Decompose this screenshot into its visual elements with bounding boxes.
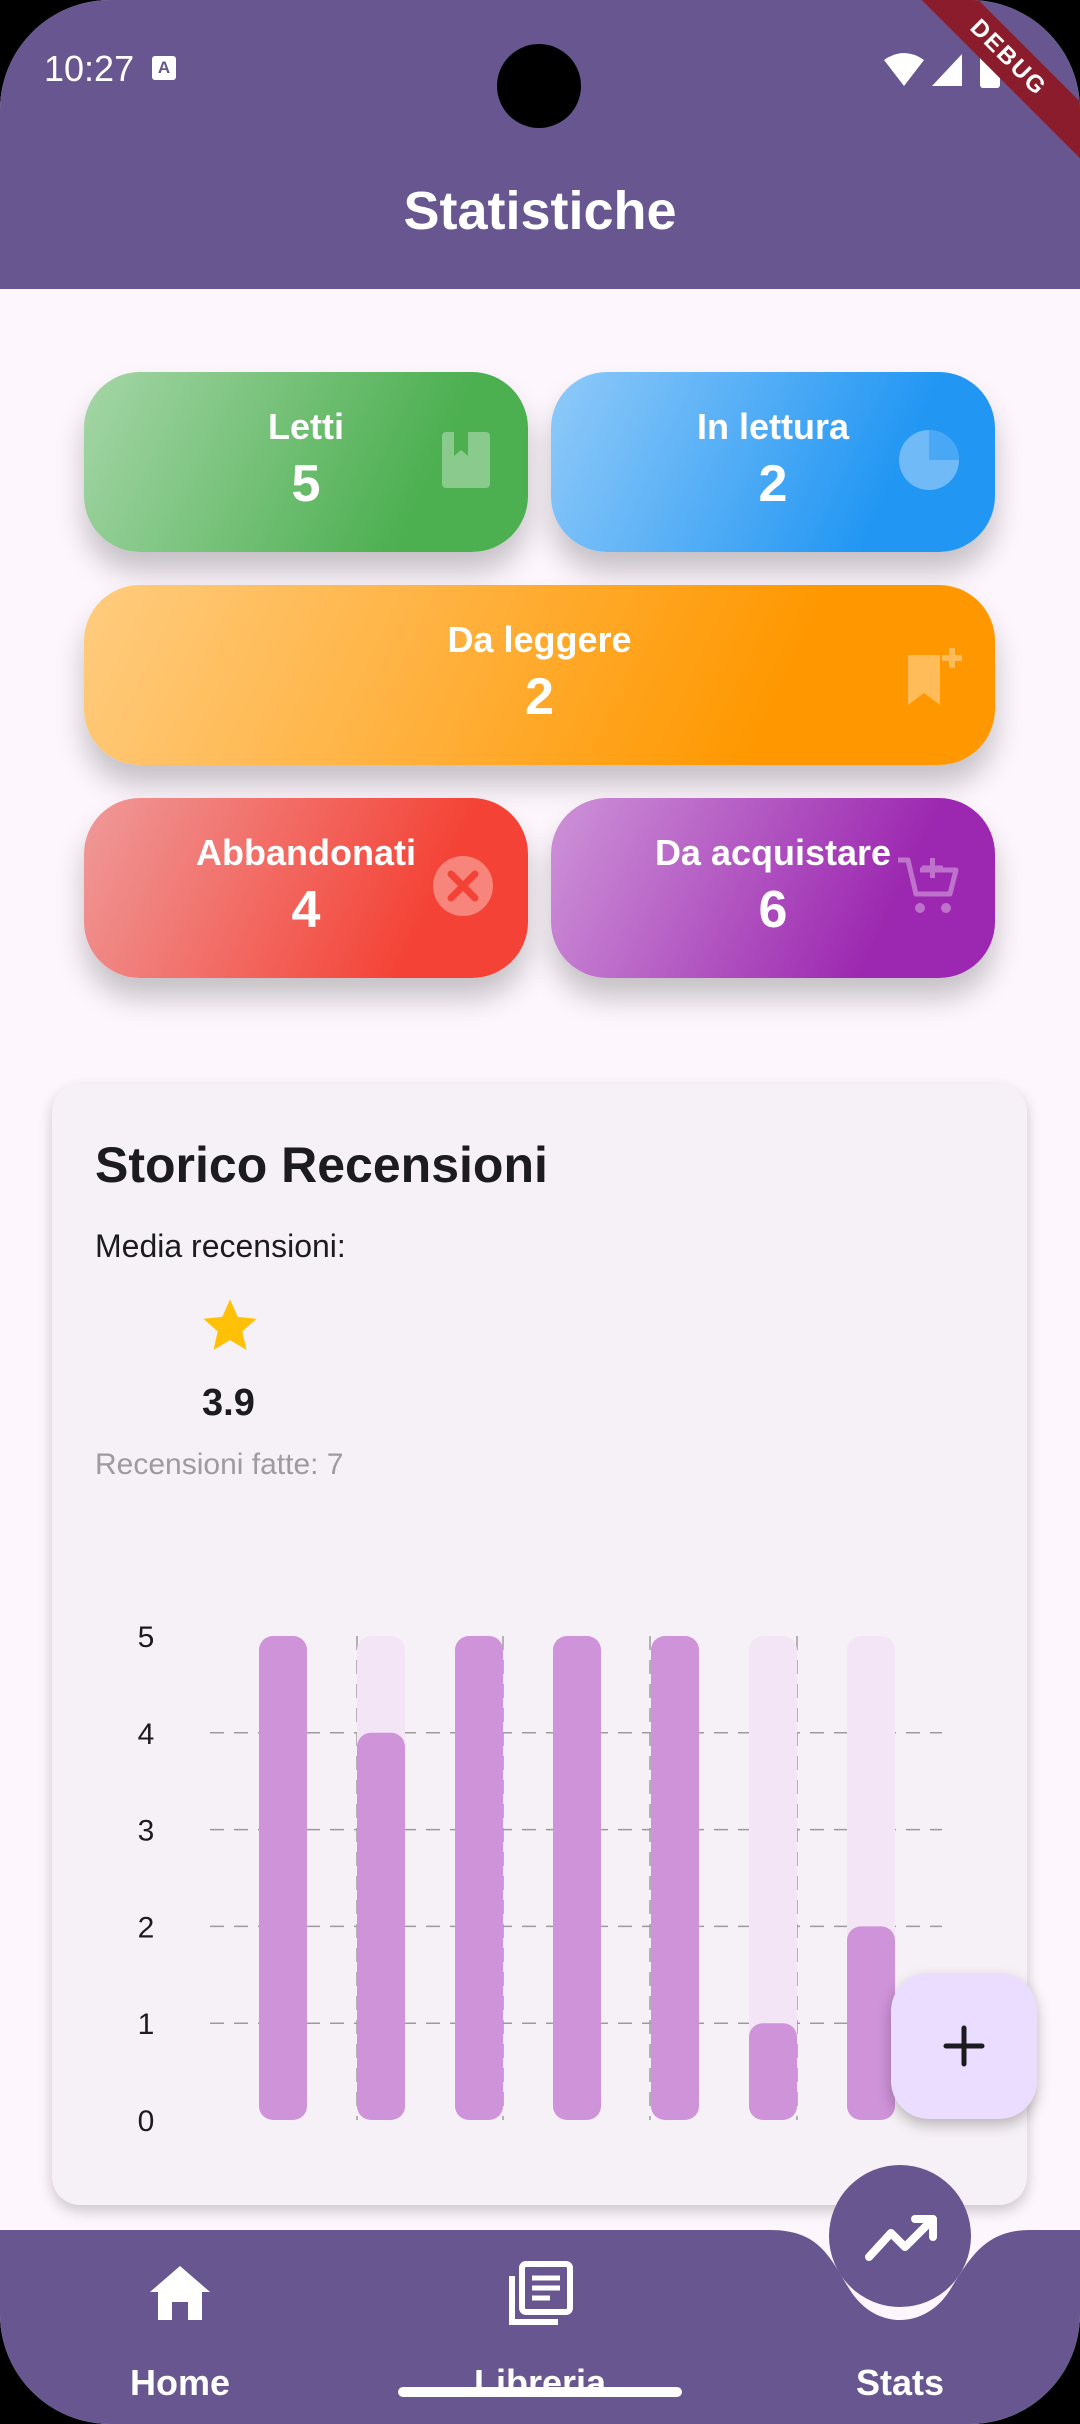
pie-chart-icon: [899, 430, 959, 490]
y-tick-label: 0: [138, 2105, 155, 2138]
average-label: Media recensioni:: [95, 1228, 346, 1264]
bar: [357, 1732, 405, 2120]
bar: [553, 1636, 601, 2120]
card-title: Storico Recensioni: [95, 1137, 548, 1193]
tile-da-acquistare[interactable]: Da acquistare 6: [551, 798, 995, 978]
tile-label: Da leggere: [447, 619, 632, 660]
library-icon: [509, 2261, 573, 2325]
nav-label: Libreria: [473, 2362, 607, 2403]
trending-up-icon: [865, 2215, 937, 2261]
tile-letti[interactable]: Letti 5: [84, 372, 528, 552]
tile-da-leggere[interactable]: Da leggere 2: [84, 585, 995, 765]
home-indicator[interactable]: [398, 2387, 682, 2397]
reviews-count: Recensioni fatte: 7: [95, 1448, 344, 1481]
home-icon: [150, 2266, 210, 2320]
average-value: 3.9: [202, 1382, 255, 1424]
status-time: 10:27: [44, 48, 135, 89]
bar: [749, 2023, 797, 2120]
reviews-bar-chart: 0 1 2 3 4 5: [138, 1621, 942, 2138]
bar: [455, 1636, 503, 2120]
nav-item-home[interactable]: Home: [60, 2230, 300, 2424]
nav-label: Stats: [855, 2362, 945, 2403]
app-screen: 10:27 A DEBUG Statistiche Letti 5 In let…: [0, 0, 1080, 2424]
y-tick-label: 1: [138, 2008, 155, 2041]
stats-active-indicator[interactable]: [829, 2165, 971, 2307]
tile-abbandonati[interactable]: Abbandonati 4: [84, 798, 528, 978]
signal-icon: [932, 54, 962, 86]
y-tick-label: 5: [138, 1621, 155, 1654]
wifi-icon: [884, 53, 924, 86]
tile-value: 2: [525, 668, 554, 726]
y-tick-label: 2: [138, 1911, 155, 1944]
bookmark-add-icon: [908, 648, 962, 705]
bar: [847, 1926, 895, 2120]
bar: [259, 1636, 307, 2120]
tile-in-lettura[interactable]: In lettura 2: [551, 372, 995, 552]
app-bar: 10:27 A DEBUG Statistiche: [0, 0, 1080, 289]
star-icon: [203, 1299, 257, 1350]
y-tick-label: 4: [138, 1718, 155, 1751]
y-tick-label: 3: [138, 1815, 155, 1848]
notification-icon: A: [152, 56, 176, 80]
book-icon: [442, 432, 490, 488]
add-shopping-cart-icon: [898, 857, 959, 913]
bar: [651, 1636, 699, 2120]
nav-label: Home: [129, 2362, 231, 2403]
cancel-icon: [433, 856, 493, 916]
plus-icon: [943, 2025, 985, 2067]
add-button[interactable]: [891, 1973, 1037, 2119]
reviews-card: Storico Recensioni Media recensioni: 3.9…: [52, 1084, 1027, 2205]
page-title: Statistiche: [403, 181, 677, 241]
camera-cutout: [497, 44, 581, 128]
